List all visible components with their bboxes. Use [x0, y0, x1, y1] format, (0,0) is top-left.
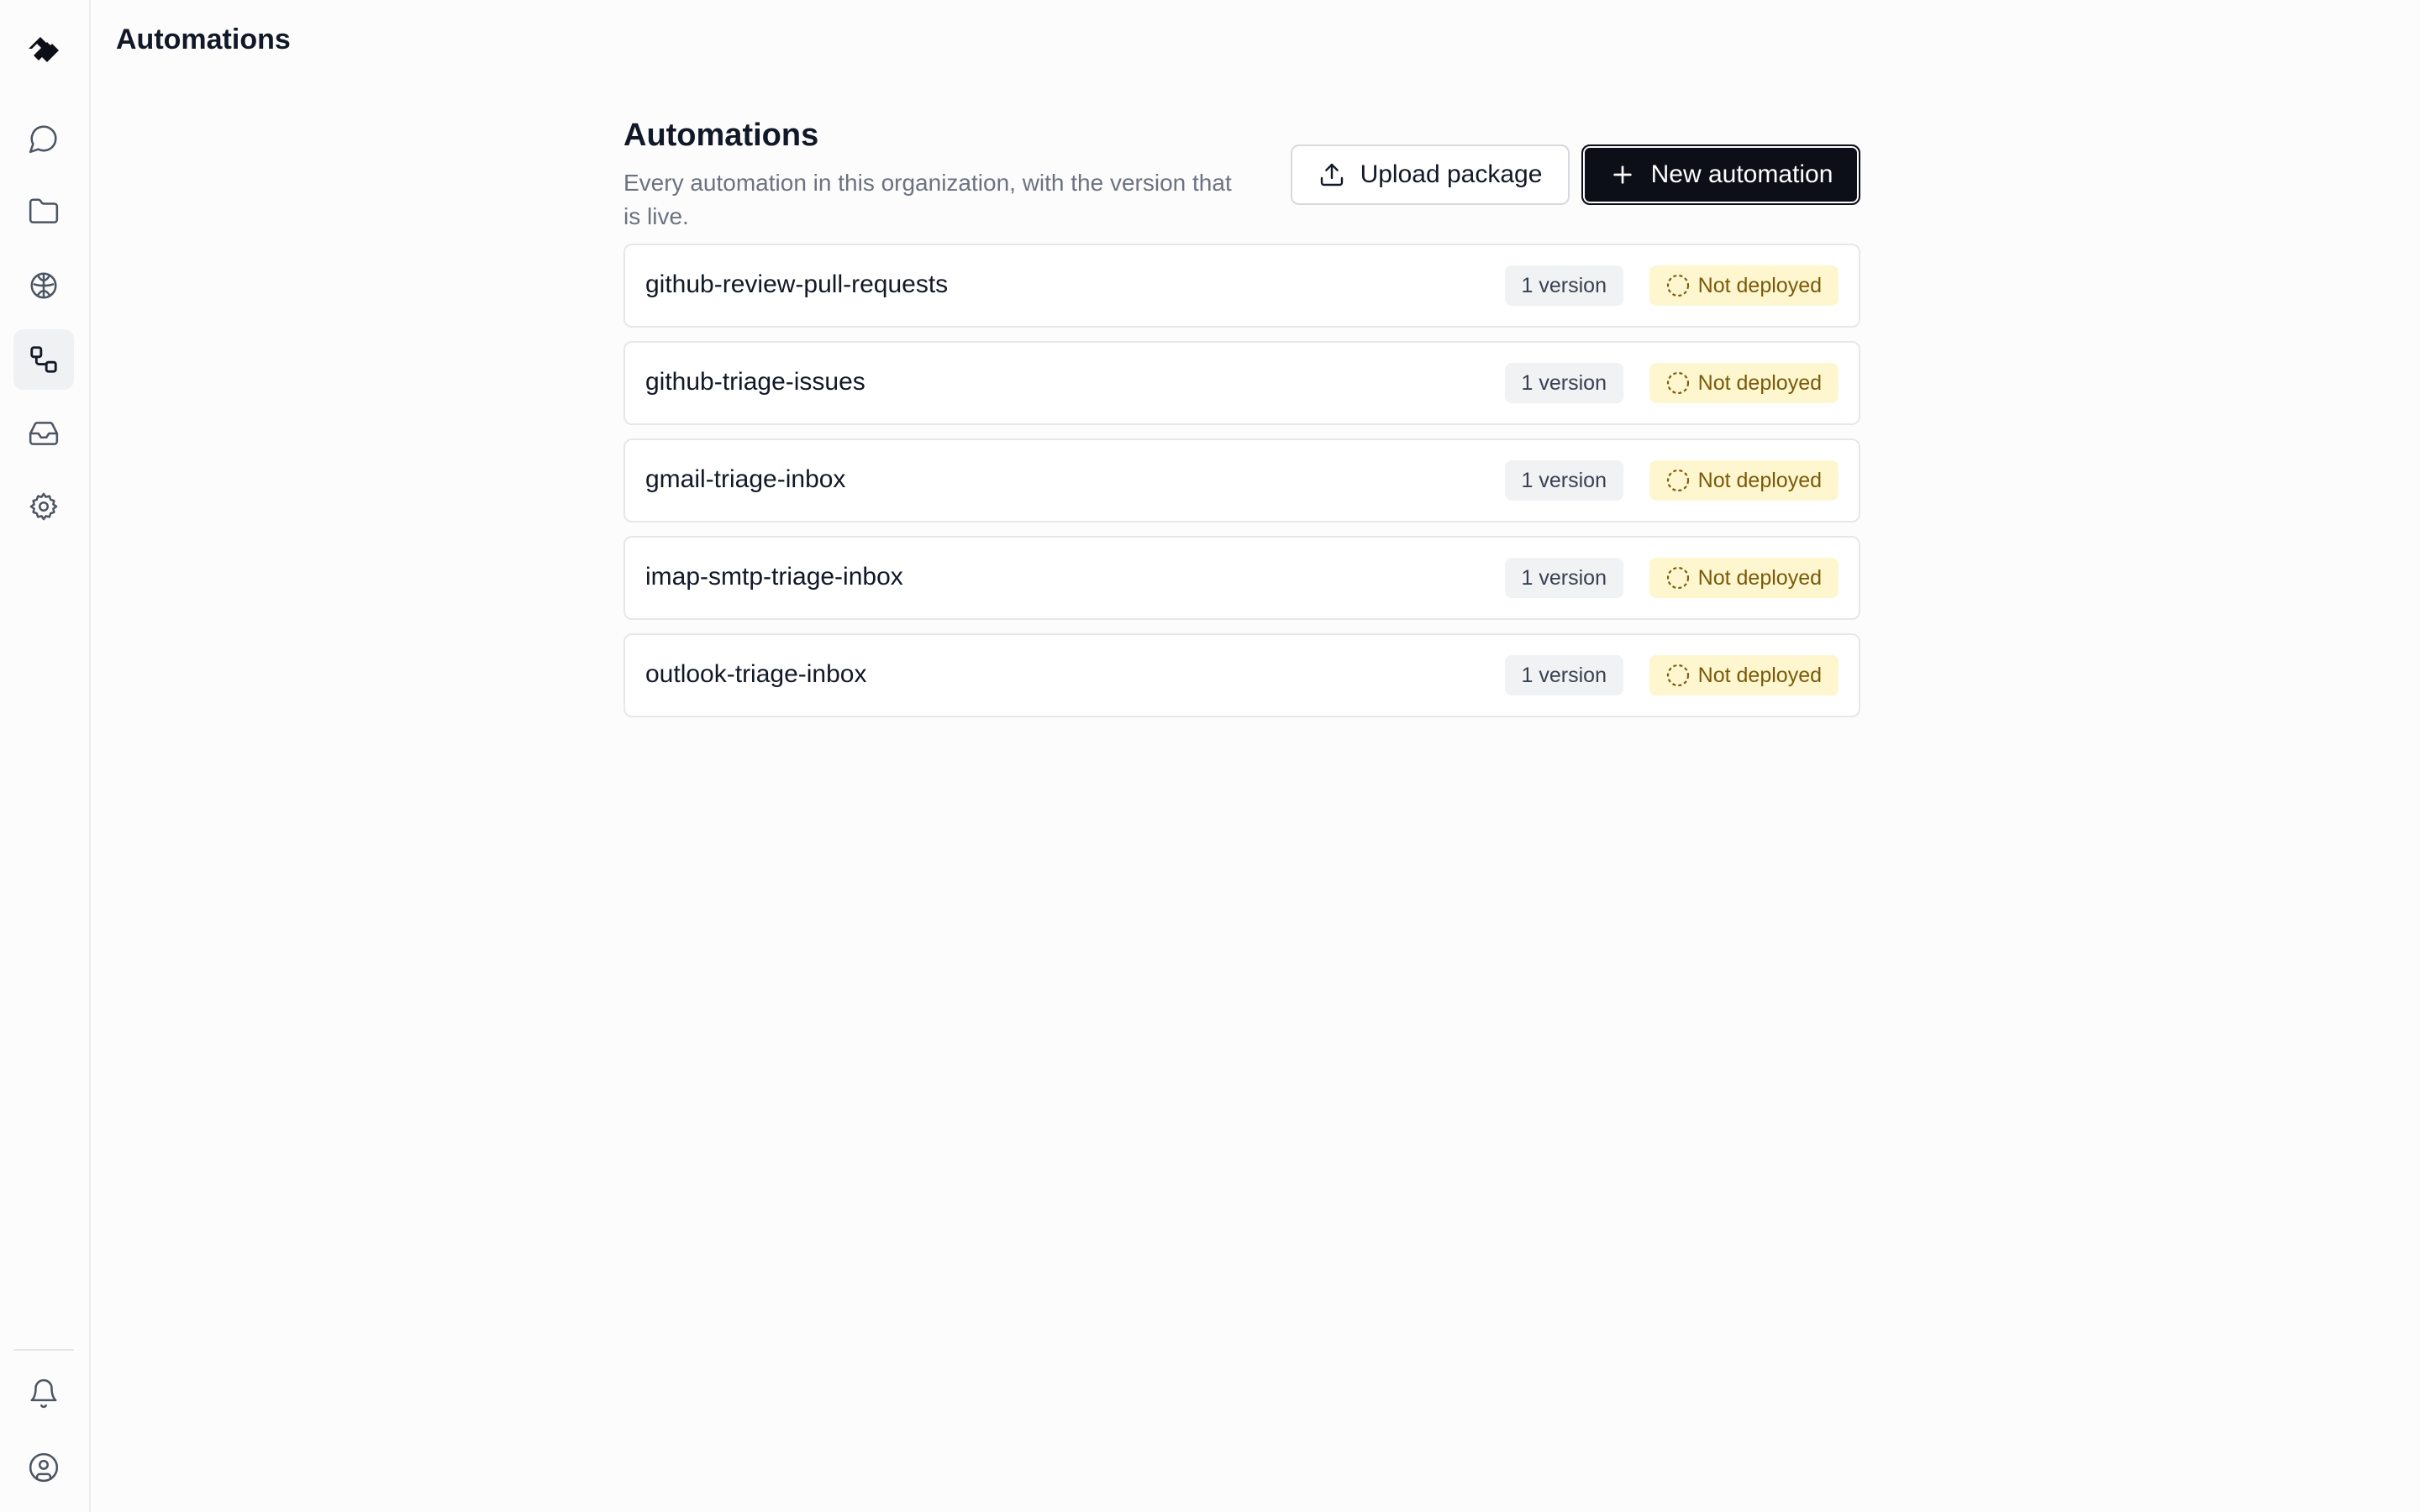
- automation-name: outlook-triage-inbox: [645, 660, 867, 688]
- dashed-circle-icon: [1666, 469, 1689, 492]
- new-automation-button[interactable]: New automation: [1581, 144, 1860, 205]
- workflow-icon: [30, 346, 57, 373]
- status-label: Not deployed: [1697, 274, 1822, 297]
- status-badge: Not deployed: [1649, 265, 1839, 306]
- dashed-circle-icon: [1666, 664, 1689, 687]
- version-badge: 1 version: [1504, 265, 1623, 306]
- page-title: Automations: [623, 118, 819, 153]
- status-badge: Not deployed: [1649, 558, 1839, 598]
- upload-icon: [1320, 163, 1343, 186]
- automation-name: imap-smtp-triage-inbox: [645, 563, 903, 591]
- inbox-icon: [29, 422, 59, 445]
- status-label: Not deployed: [1697, 469, 1822, 492]
- brain-icon: [30, 272, 57, 299]
- topbar-title: Automations: [116, 24, 291, 55]
- bell-icon: [30, 1378, 57, 1409]
- upload-package-button[interactable]: Upload package: [1291, 144, 1570, 205]
- sidebar-item-automations[interactable]: [13, 329, 74, 390]
- sidebar-item-files[interactable]: [13, 181, 74, 242]
- app: Automations Automations Every automation…: [0, 0, 2420, 1512]
- dashed-circle-icon: [1666, 566, 1689, 590]
- sidebar-item-notifications[interactable]: [13, 1363, 74, 1424]
- version-badge: 1 version: [1504, 655, 1623, 696]
- automation-name: gmail-triage-inbox: [645, 465, 846, 493]
- page-subtitle: Every automation in this organization, w…: [623, 170, 1232, 229]
- automation-row[interactable]: github-review-pull-requests 1 version No…: [623, 244, 1860, 328]
- plus-icon: [1612, 165, 1632, 184]
- status-badge: Not deployed: [1649, 460, 1839, 501]
- dashed-circle-icon: [1666, 371, 1689, 395]
- status-badge: Not deployed: [1649, 655, 1839, 696]
- dashed-circle-icon: [1666, 274, 1689, 297]
- chat-bubble-icon: [29, 125, 57, 154]
- new-automation-label: New automation: [1650, 160, 1833, 188]
- automation-row[interactable]: github-triage-issues 1 version Not deplo…: [623, 341, 1860, 425]
- sidebar-item-knowledge[interactable]: [13, 255, 74, 316]
- sidebar-item-settings[interactable]: [13, 476, 74, 537]
- upload-package-label: Upload package: [1360, 160, 1543, 188]
- logo-icon[interactable]: [24, 30, 64, 71]
- status-label: Not deployed: [1697, 371, 1822, 395]
- gear-icon: [29, 492, 58, 521]
- sidebar-item-chat[interactable]: [13, 108, 74, 169]
- version-badge: 1 version: [1504, 558, 1623, 598]
- sidebar-divider: [13, 1349, 74, 1351]
- status-badge: Not deployed: [1649, 363, 1839, 403]
- version-badge: 1 version: [1504, 363, 1623, 403]
- sidebar-item-account[interactable]: [13, 1437, 74, 1498]
- automation-row[interactable]: imap-smtp-triage-inbox 1 version Not dep…: [623, 536, 1860, 620]
- main-content: Automations Every automation in this org…: [623, 116, 1860, 731]
- status-label: Not deployed: [1697, 566, 1822, 590]
- folder-icon: [29, 198, 59, 223]
- status-label: Not deployed: [1697, 664, 1822, 687]
- automation-name: github-review-pull-requests: [645, 270, 949, 298]
- sidebar: [0, 0, 91, 1512]
- automation-row[interactable]: outlook-triage-inbox 1 version Not deplo…: [623, 633, 1860, 717]
- version-badge: 1 version: [1504, 460, 1623, 501]
- sidebar-item-inbox[interactable]: [13, 403, 74, 464]
- user-circle-icon: [29, 1452, 59, 1483]
- automation-row[interactable]: gmail-triage-inbox 1 version Not deploye…: [623, 438, 1860, 522]
- automation-name: github-triage-issues: [645, 368, 865, 396]
- automations-list: github-review-pull-requests 1 version No…: [623, 244, 1860, 717]
- page-header: Automations Every automation in this org…: [623, 116, 1860, 244]
